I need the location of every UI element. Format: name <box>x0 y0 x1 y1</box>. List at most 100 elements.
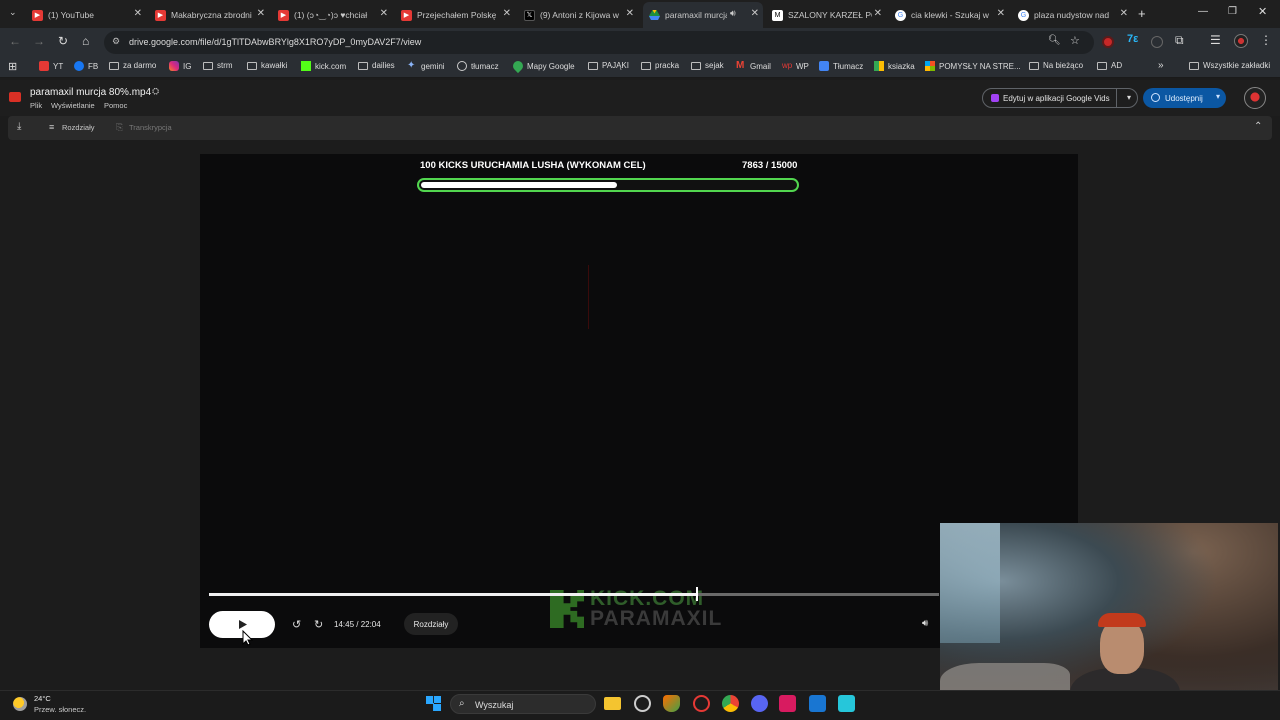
tab-plaza[interactable]: G plaza nudystow nad ✕ <box>1012 4 1132 26</box>
bookmark-ad[interactable]: AD <box>1097 61 1122 70</box>
tab-makabryczna[interactable]: ▶ Makabryczna zbrodni ✕ <box>149 4 269 26</box>
bookmark-pracka[interactable]: pracka <box>641 61 679 70</box>
tab-search-icon[interactable]: ⌄ <box>9 7 17 18</box>
close-icon[interactable]: ✕ <box>134 8 142 19</box>
home-icon[interactable]: ⌂ <box>82 34 89 48</box>
forward-icon[interactable]: → <box>33 34 45 48</box>
bookmark-sejak[interactable]: sejak <box>691 61 724 70</box>
bookmark-gmail[interactable]: M Gmail <box>736 61 771 71</box>
chevron-up-icon[interactable]: ⌃ <box>1254 121 1262 132</box>
weather-desc[interactable]: Przew. słonecz. <box>34 705 86 714</box>
time-readout: 14:45 / 22:04 <box>334 620 381 629</box>
profile-icon[interactable] <box>1234 34 1248 48</box>
rewind-10-icon[interactable]: ↺ <box>292 618 301 631</box>
opera-icon[interactable] <box>693 695 710 712</box>
transcript-tab[interactable]: Transkrypcja <box>129 123 172 132</box>
minimize-icon[interactable]: — <box>1198 6 1208 17</box>
forward-10-icon[interactable]: ↻ <box>314 618 323 631</box>
weather-icon[interactable] <box>13 697 27 711</box>
tab-antoni[interactable]: 𝕏 (9) Antoni z Kijowa w ✕ <box>518 4 638 26</box>
url-text[interactable]: drive.google.com/file/d/1gTlTDAbwBRYlg8X… <box>129 37 421 47</box>
close-icon[interactable]: ✕ <box>874 8 882 19</box>
settings-icon[interactable] <box>634 695 651 712</box>
bookmark-fb[interactable]: FB <box>74 61 98 71</box>
extension-icon[interactable]: 7ε <box>1127 33 1138 45</box>
tab-paramaxil-active[interactable]: paramaxil murcja 🔊︎ ✕ <box>643 2 763 28</box>
share-button[interactable]: Udostępnij ▾ <box>1143 88 1226 108</box>
chapters-tab[interactable]: Rozdziały <box>62 123 95 132</box>
chevron-down-icon[interactable]: ▾ <box>1216 92 1220 101</box>
tab-youtube[interactable]: ▶ (1) YouTube ✕ <box>26 4 146 26</box>
weather-temp[interactable]: 24°C <box>34 694 51 703</box>
menu-view[interactable]: Wyświetlanie <box>51 101 95 110</box>
discord-icon[interactable] <box>751 695 768 712</box>
shared-drive-icon[interactable]: ⛭ <box>152 86 159 97</box>
extension-circle-icon[interactable] <box>1151 36 1163 48</box>
bookmark-za-darmo[interactable]: za darmo <box>109 61 156 70</box>
address-bar[interactable]: ⚙ drive.google.com/file/d/1gTlTDAbwBRYlg… <box>104 31 1094 54</box>
chapters-button[interactable]: Rozdziały <box>404 613 458 635</box>
seek-bar[interactable] <box>209 587 939 601</box>
speaker-icon[interactable]: 🔊︎ <box>730 8 736 19</box>
app-blue-icon[interactable] <box>809 695 826 712</box>
chevron-double-right-icon[interactable]: » <box>1158 60 1164 71</box>
menu-kebab-icon[interactable]: ⋮ <box>1260 33 1272 47</box>
bookmark-star-icon[interactable]: ☆ <box>1070 34 1080 47</box>
close-icon[interactable]: ✕ <box>626 8 634 19</box>
bookmark-translate[interactable]: Tłumacz <box>819 61 863 71</box>
chevron-down-icon[interactable]: ▾ <box>1127 93 1131 102</box>
restore-icon[interactable]: ❐ <box>1228 6 1237 17</box>
bookmark-na-biezaco[interactable]: Na bieżąco <box>1029 61 1083 70</box>
puzzle-icon[interactable]: ⧉ <box>1175 33 1184 48</box>
tab-przejechalem[interactable]: ▶ Przejechałem Polskę ✕ <box>395 4 515 26</box>
bookmark-ig[interactable]: IG <box>169 61 191 71</box>
close-icon[interactable]: ✕ <box>1120 8 1128 19</box>
tab-cia-klewki[interactable]: G cia klewki - Szukaj w ✕ <box>889 4 1009 26</box>
bookmark-yt[interactable]: YT <box>39 61 63 71</box>
tab-search-list-icon[interactable]: ☰ <box>1210 33 1221 47</box>
tab-chciał[interactable]: ▶ (1) (ɔ◔‿◔)ɔ ♥chciał ✕ <box>272 4 392 26</box>
back-icon[interactable]: ← <box>9 34 21 48</box>
taskbar-search[interactable]: ⌕ Wyszukaj <box>450 694 596 714</box>
bookmark-mapy[interactable]: Mapy Google <box>510 58 575 74</box>
edit-in-vids-button[interactable]: Edytuj w aplikacji Google Vids ▾ <box>982 88 1138 108</box>
menu-help[interactable]: Pomoc <box>104 101 127 110</box>
bookmark-pomysly[interactable]: POMYSŁY NA STRE... <box>925 61 1021 71</box>
apps-grid-icon[interactable]: ⊞ <box>8 60 17 73</box>
bookmark-kawalki[interactable]: kawałki <box>247 61 287 70</box>
record-extension-icon[interactable] <box>1102 36 1114 48</box>
close-icon[interactable]: ✕ <box>503 8 511 19</box>
download-icon[interactable]: ⤓ <box>17 121 21 132</box>
tab-title: (1) (ɔ◔‿◔)ɔ ♥chciał <box>294 9 368 20</box>
reload-icon[interactable]: ↻ <box>58 34 68 48</box>
bookmark-pajaki[interactable]: PAJĄKI <box>588 61 629 70</box>
brave-icon[interactable] <box>663 695 680 712</box>
bookmark-kick[interactable]: kick.com <box>301 61 346 71</box>
bookmark-label: Tłumacz <box>833 61 864 71</box>
bookmark-gemini[interactable]: ✦ gemini <box>407 61 445 71</box>
bookmark-wp[interactable]: wp WP <box>782 61 809 71</box>
menu-file[interactable]: Plik <box>30 101 42 110</box>
new-tab-icon[interactable]: + <box>1138 6 1146 21</box>
bookmark-ksiazka[interactable]: ksiazka <box>874 61 915 71</box>
file-explorer-icon[interactable] <box>604 697 621 710</box>
window-close-icon[interactable]: ✕ <box>1258 5 1267 18</box>
zoom-icon[interactable]: 🔍︎ <box>1048 35 1061 46</box>
close-icon[interactable]: ✕ <box>751 8 759 19</box>
close-icon[interactable]: ✕ <box>380 8 388 19</box>
volume-icon[interactable]: 🔊︎ <box>922 618 928 629</box>
bookmark-tlumacz[interactable]: tłumacz <box>457 61 499 71</box>
bookmark-dailies[interactable]: dailies <box>358 61 395 70</box>
tab-strip: ⌄ ▶ (1) YouTube ✕ ▶ Makabryczna zbrodni … <box>0 0 1280 28</box>
bookmark-strm[interactable]: strm <box>203 61 233 70</box>
seek-thumb[interactable] <box>696 587 699 601</box>
tab-szalony[interactable]: M SZALONY KARZEŁ PC ✕ <box>766 4 886 26</box>
notepad-icon[interactable] <box>838 695 855 712</box>
close-icon[interactable]: ✕ <box>997 8 1005 19</box>
chrome-icon[interactable] <box>722 695 739 712</box>
all-bookmarks[interactable]: Wszystkie zakładki <box>1189 61 1270 70</box>
app-icon[interactable] <box>779 695 796 712</box>
account-avatar[interactable] <box>1244 87 1266 109</box>
site-info-icon[interactable]: ⚙ <box>112 36 120 47</box>
close-icon[interactable]: ✕ <box>257 8 265 19</box>
